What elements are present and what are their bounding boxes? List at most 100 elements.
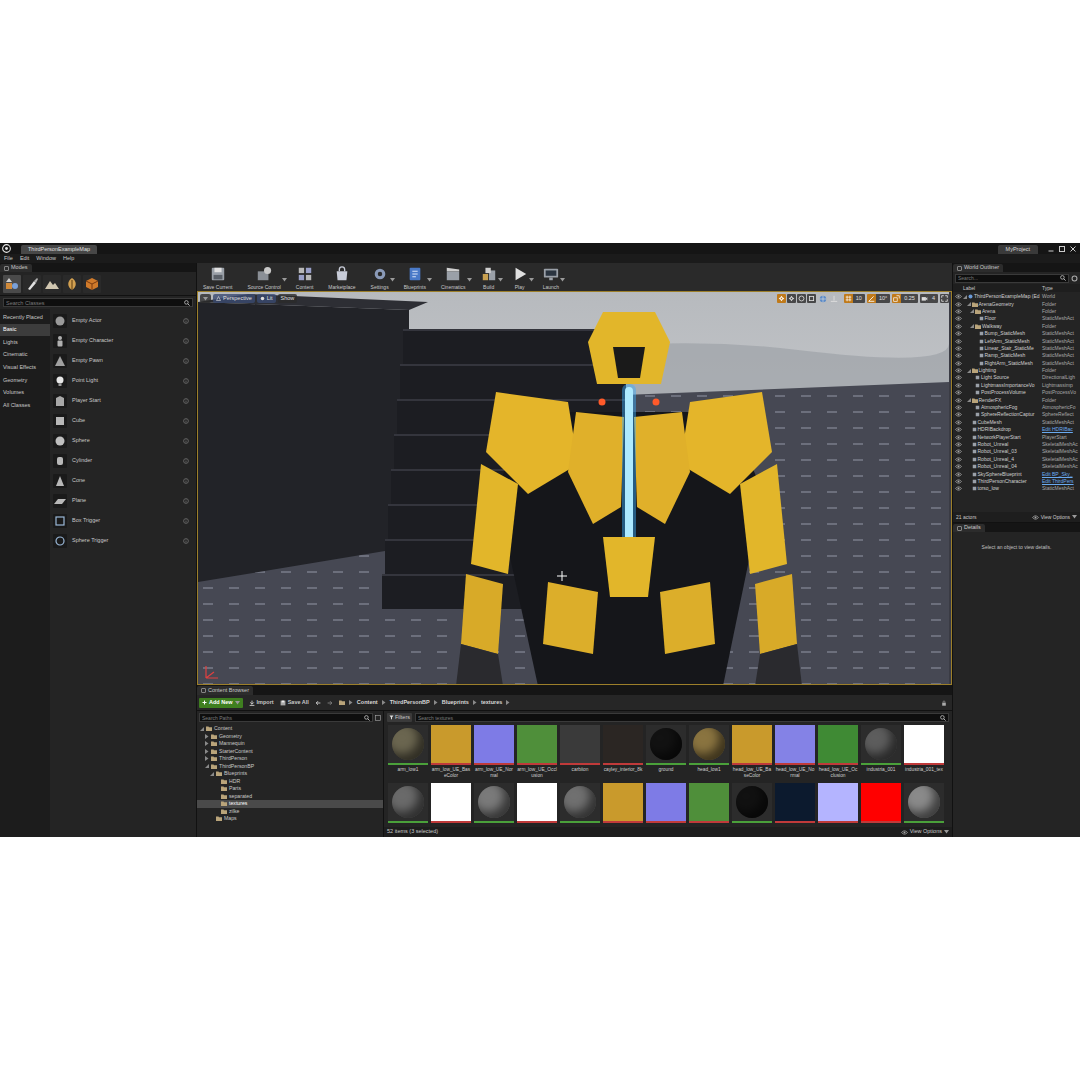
class-item[interactable]: Sphere Trigger bbox=[50, 531, 196, 551]
toolbar-button[interactable]: Cinematics bbox=[438, 265, 475, 290]
folder-row[interactable]: separated bbox=[197, 793, 383, 801]
class-item[interactable]: Player Start bbox=[50, 391, 196, 411]
expander[interactable] bbox=[963, 295, 967, 299]
view-options-button[interactable]: View Options bbox=[901, 829, 949, 835]
expander[interactable] bbox=[967, 420, 971, 424]
folder-row[interactable]: Geometry bbox=[197, 733, 383, 741]
category-item[interactable]: Volumes bbox=[0, 387, 50, 400]
expander[interactable] bbox=[967, 465, 971, 469]
asset-tile[interactable]: cayley_interior_8k bbox=[603, 725, 643, 782]
category-item[interactable]: Geometry bbox=[0, 374, 50, 387]
add-new-button[interactable]: Add New bbox=[199, 698, 243, 708]
transform-tool-button[interactable] bbox=[807, 294, 816, 303]
class-item[interactable]: Empty Pawn bbox=[50, 351, 196, 371]
folder-row[interactable]: Blueprints bbox=[197, 770, 383, 778]
outliner-row[interactable]: PostProcessVolumePostProcessVo bbox=[953, 389, 1080, 396]
expander[interactable] bbox=[970, 376, 974, 380]
asset-tile[interactable] bbox=[474, 783, 514, 823]
expander[interactable] bbox=[967, 428, 971, 432]
outliner-row[interactable]: Robot_UnrealSkeletalMeshAc bbox=[953, 441, 1080, 448]
edit-blueprint-link[interactable]: Edit ThirdPers bbox=[1042, 479, 1080, 484]
outliner-row[interactable]: RightArm_StaticMeshStaticMeshAct bbox=[953, 360, 1080, 367]
expander[interactable] bbox=[205, 734, 209, 738]
expander[interactable] bbox=[974, 346, 978, 350]
viewport[interactable]: PerspectiveLitShow1010°0.254 bbox=[197, 291, 952, 685]
expander[interactable] bbox=[970, 383, 974, 387]
project-tab[interactable]: MyProject bbox=[998, 245, 1038, 254]
expander[interactable] bbox=[970, 324, 974, 328]
breadcrumb-item[interactable]: Blueprints bbox=[442, 700, 469, 706]
asset-tile[interactable]: arm_low1 bbox=[388, 725, 428, 782]
show-button[interactable]: Show bbox=[278, 294, 298, 303]
expander[interactable] bbox=[210, 772, 214, 776]
expander[interactable] bbox=[967, 443, 971, 447]
mode-button[interactable] bbox=[43, 275, 61, 293]
expander[interactable] bbox=[974, 354, 978, 358]
asset-tile[interactable] bbox=[689, 783, 729, 823]
folder-row[interactable]: Mannequin bbox=[197, 740, 383, 748]
snap-toggle[interactable] bbox=[844, 294, 853, 303]
asset-tile[interactable]: head_low1 bbox=[689, 725, 729, 782]
outliner-search-input[interactable] bbox=[958, 274, 1060, 282]
content-browser-tab[interactable]: Content Browser bbox=[197, 686, 253, 695]
category-item[interactable]: Lights bbox=[0, 336, 50, 349]
asset-search-input[interactable] bbox=[418, 714, 940, 722]
folder-row[interactable]: Content bbox=[197, 725, 383, 733]
expander[interactable] bbox=[970, 391, 974, 395]
outliner-row[interactable]: Light SourceDirectionalLigh bbox=[953, 374, 1080, 381]
asset-tile[interactable]: arm_low_UE_Occlusion bbox=[517, 725, 557, 782]
asset-tile[interactable] bbox=[603, 783, 643, 823]
level-tab[interactable]: ThirdPersonExampleMap bbox=[21, 245, 97, 254]
transform-tool-button[interactable] bbox=[787, 294, 796, 303]
mode-button[interactable] bbox=[63, 275, 81, 293]
expander[interactable] bbox=[215, 809, 219, 813]
outliner-row[interactable]: Robot_Unreal_4SkeletalMeshAc bbox=[953, 456, 1080, 463]
folder-row[interactable]: HDR bbox=[197, 778, 383, 786]
asset-tile[interactable] bbox=[431, 783, 471, 823]
asset-tile[interactable] bbox=[732, 783, 772, 823]
outliner-row[interactable]: LightingFolder bbox=[953, 367, 1080, 374]
outliner-row[interactable]: WalkwayFolder bbox=[953, 323, 1080, 330]
expander[interactable] bbox=[215, 794, 219, 798]
expander[interactable] bbox=[205, 757, 209, 761]
outliner-row[interactable]: NetworkPlayerStartPlayerStart bbox=[953, 433, 1080, 440]
outliner-row[interactable]: HDRIBackdropEdit HDRIBac bbox=[953, 426, 1080, 433]
outliner-row[interactable]: CubeMeshStaticMeshAct bbox=[953, 419, 1080, 426]
toolbar-button[interactable]: Settings bbox=[368, 265, 398, 290]
camera-speed-control[interactable]: 4 bbox=[920, 294, 938, 303]
class-item[interactable]: Cone bbox=[50, 471, 196, 491]
outliner-row[interactable]: Robot_Unreal_03SkeletalMeshAc bbox=[953, 448, 1080, 455]
expander[interactable] bbox=[967, 302, 971, 306]
toolbar-button[interactable]: Build bbox=[478, 265, 506, 290]
expander[interactable] bbox=[200, 727, 204, 731]
asset-tile[interactable]: industria_001_tex bbox=[904, 725, 944, 782]
outliner-row[interactable]: RenderFXFolder bbox=[953, 396, 1080, 403]
breadcrumb-item[interactable]: textures bbox=[481, 700, 502, 706]
asset-tile[interactable] bbox=[818, 783, 858, 823]
expander[interactable] bbox=[967, 450, 971, 454]
menu-item[interactable]: Edit bbox=[20, 256, 29, 262]
expander[interactable] bbox=[205, 749, 209, 753]
class-item[interactable]: Cube bbox=[50, 411, 196, 431]
mode-button[interactable] bbox=[3, 275, 21, 293]
outliner-row[interactable]: ThirdPersonCharacterEdit ThirdPers bbox=[953, 478, 1080, 485]
class-search-input[interactable] bbox=[6, 299, 184, 307]
folder-row[interactable]: ThirdPerson bbox=[197, 755, 383, 763]
type-column-header[interactable]: Type bbox=[1042, 286, 1080, 291]
asset-tile[interactable]: carbiion bbox=[560, 725, 600, 782]
asset-tile[interactable] bbox=[517, 783, 557, 823]
outliner-row[interactable]: Ramp_StaticMeshStaticMeshAct bbox=[953, 352, 1080, 359]
expander[interactable] bbox=[967, 369, 971, 373]
toolbar-button[interactable]: Blueprints bbox=[401, 265, 435, 290]
expander[interactable] bbox=[215, 787, 219, 791]
class-item[interactable]: Empty Character bbox=[50, 331, 196, 351]
outliner-row[interactable]: LightmassImportanceVoLightmassimp bbox=[953, 382, 1080, 389]
asset-tile[interactable]: head_low_UE_BaseColor bbox=[732, 725, 772, 782]
expander[interactable] bbox=[974, 339, 978, 343]
viewport-options-button[interactable] bbox=[200, 294, 211, 303]
expander[interactable] bbox=[967, 472, 971, 476]
asset-tile[interactable] bbox=[904, 783, 944, 823]
asset-tile[interactable]: arm_low_UE_Normal bbox=[474, 725, 514, 782]
menu-item[interactable]: Help bbox=[63, 256, 74, 262]
outliner-row[interactable]: SphereReflectionCapturSphereReflect bbox=[953, 411, 1080, 418]
